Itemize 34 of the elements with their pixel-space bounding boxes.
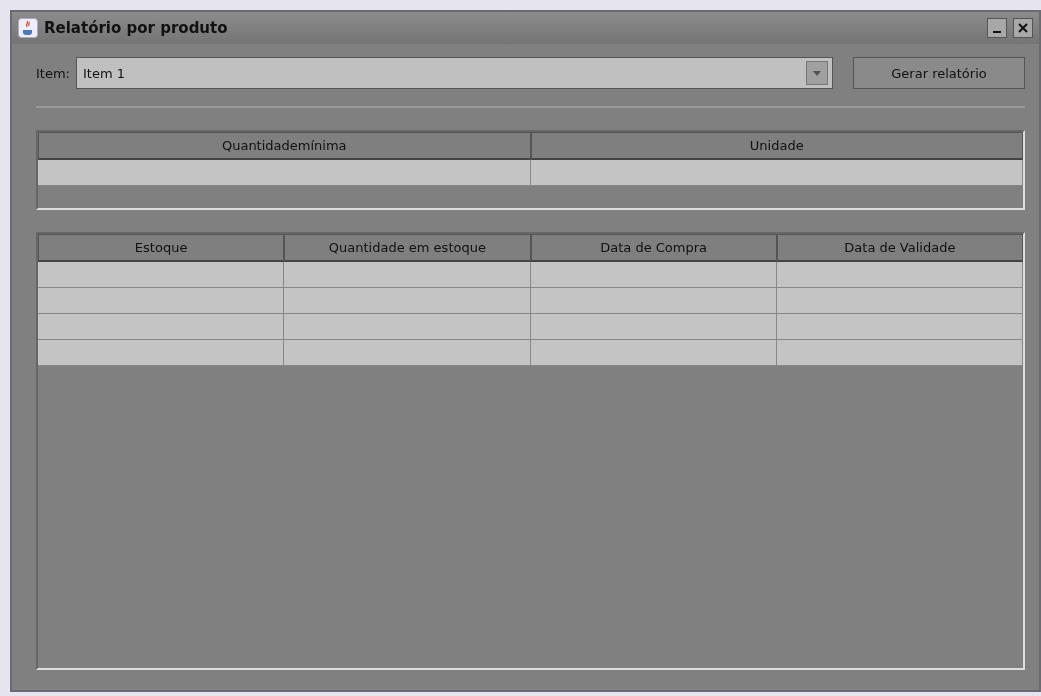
column-header[interactable]: Quantidade em estoque [284,234,531,262]
column-header[interactable]: Data de Compra [530,234,777,262]
table-cell[interactable] [530,288,777,314]
table-cell[interactable] [38,340,285,366]
table-cell[interactable] [530,340,777,366]
table-cell[interactable] [530,262,777,288]
table-cell[interactable] [284,288,531,314]
table-cell[interactable] [284,340,531,366]
table-cell[interactable] [38,160,531,186]
item-label: Item: [36,65,70,81]
generate-report-button[interactable]: Gerar relatório [853,57,1025,89]
caret-icon [813,70,821,76]
column-header[interactable]: Unidade [530,132,1023,160]
close-icon [1018,23,1028,33]
table-cell[interactable] [776,314,1023,340]
table-cell[interactable] [38,262,285,288]
close-button[interactable] [1013,18,1033,38]
table-cell[interactable] [284,262,531,288]
table-cell[interactable] [530,314,777,340]
table-cell[interactable] [38,288,285,314]
column-header[interactable]: Estoque [38,234,285,262]
table-cell[interactable] [776,262,1023,288]
table-cell[interactable] [530,160,1023,186]
window-title: Relatório por produto [44,19,229,37]
table-cell[interactable] [284,314,531,340]
column-header[interactable]: Quantidademínima [38,132,531,160]
minimize-button[interactable] [987,18,1007,38]
table-cell[interactable] [776,288,1023,314]
table-cell[interactable] [776,340,1023,366]
table-cell[interactable] [38,314,285,340]
column-header[interactable]: Data de Validade [776,234,1023,262]
item-dropdown[interactable]: Item 1 [76,57,833,89]
cup-icon [18,18,38,38]
minimize-icon [993,31,1001,33]
